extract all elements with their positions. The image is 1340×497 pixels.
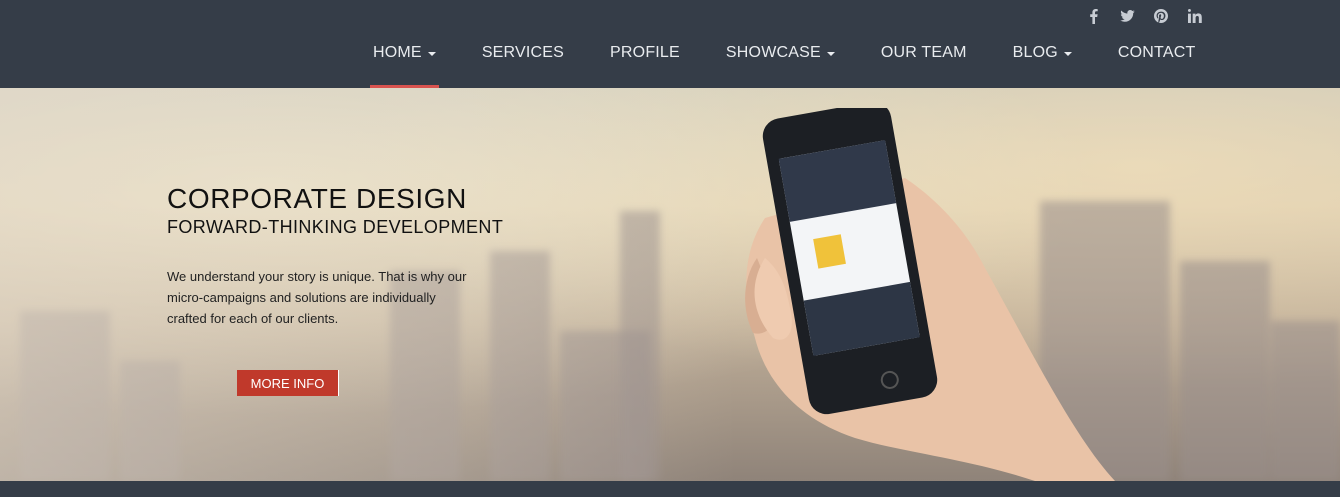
nav-our-team[interactable]: OUR TEAM bbox=[858, 30, 990, 88]
hero-copy: CORPORATE DESIGN FORWARD-THINKING DEVELO… bbox=[167, 182, 503, 329]
footer-strip bbox=[0, 481, 1340, 497]
hero-subtitle: FORWARD-THINKING DEVELOPMENT bbox=[167, 217, 504, 237]
nav-home-label: HOME bbox=[373, 44, 422, 61]
nav-blog[interactable]: BLOG bbox=[990, 30, 1095, 88]
nav-services-label: SERVICES bbox=[481, 44, 565, 61]
nav-showcase[interactable]: SHOWCASE bbox=[703, 30, 858, 88]
more-info-button[interactable]: MORE INFO bbox=[237, 370, 339, 396]
caret-down-icon bbox=[826, 52, 835, 56]
nav-showcase-label: SHOWCASE bbox=[725, 44, 821, 61]
pinterest-icon[interactable] bbox=[1144, 6, 1178, 26]
main-nav: HOME SERVICES PROFILE SHOWCASE OUR TEAM … bbox=[350, 30, 1218, 88]
nav-profile[interactable]: PROFILE bbox=[587, 30, 703, 88]
nav-blog-label: BLOG bbox=[1012, 44, 1058, 61]
caret-down-icon bbox=[427, 52, 436, 56]
nav-profile-label: PROFILE bbox=[610, 44, 680, 61]
facebook-icon[interactable] bbox=[1076, 6, 1110, 26]
social-links bbox=[1076, 6, 1212, 26]
nav-home[interactable]: HOME bbox=[350, 30, 459, 88]
nav-contact[interactable]: CONTACT bbox=[1095, 30, 1219, 88]
caret-down-icon bbox=[1063, 52, 1072, 56]
nav-services[interactable]: SERVICES bbox=[459, 30, 587, 88]
twitter-icon[interactable] bbox=[1110, 6, 1144, 26]
nav-our-team-label: OUR TEAM bbox=[880, 44, 967, 61]
hand-holding-phone-image bbox=[745, 108, 1115, 481]
hero-title: CORPORATE DESIGN bbox=[167, 183, 468, 214]
hero-banner: CORPORATE DESIGN FORWARD-THINKING DEVELO… bbox=[0, 88, 1340, 481]
hero-body: We understand your story is unique. That… bbox=[167, 269, 467, 326]
nav-contact-label: CONTACT bbox=[1117, 44, 1196, 61]
linkedin-icon[interactable] bbox=[1178, 6, 1212, 26]
header-bar: HOME SERVICES PROFILE SHOWCASE OUR TEAM … bbox=[0, 0, 1340, 88]
